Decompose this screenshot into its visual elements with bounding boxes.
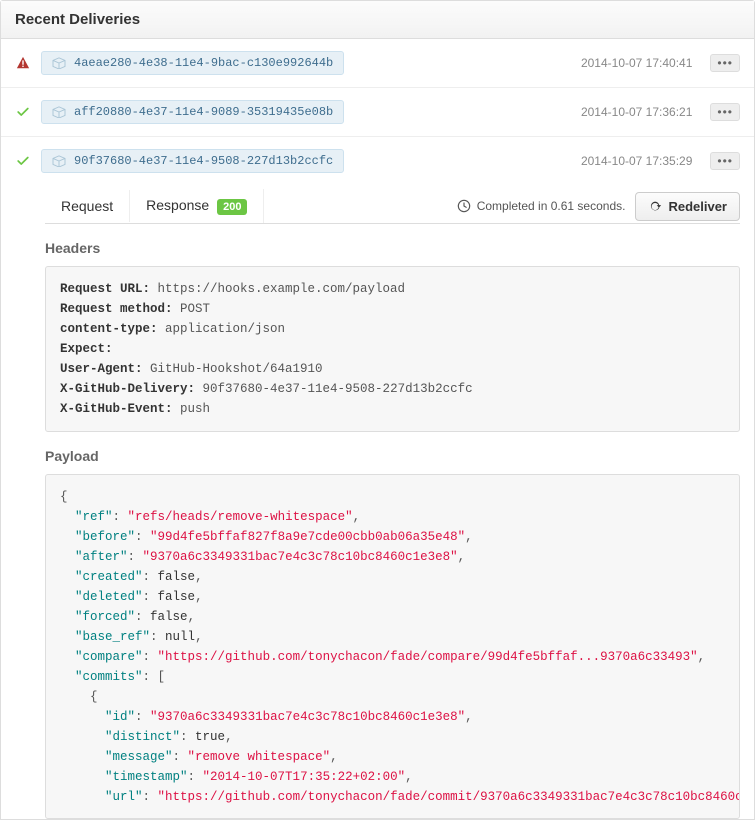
- package-icon: [52, 155, 66, 167]
- completion-text: Completed in 0.61 seconds.: [477, 199, 626, 213]
- headers-title: Headers: [45, 240, 740, 256]
- tab-response-label: Response: [146, 197, 209, 213]
- delivery-guid[interactable]: aff20880-4e37-11e4-9089-35319435e08b: [41, 100, 344, 124]
- tab-request[interactable]: Request: [45, 190, 130, 222]
- tabs-row: Request Response 200 Completed in 0.61 s…: [45, 185, 740, 224]
- delivery-guid[interactable]: 90f37680-4e37-11e4-9508-227d13b2ccfc: [41, 149, 344, 173]
- check-icon: [15, 105, 31, 119]
- redeliver-label: Redeliver: [668, 199, 727, 214]
- panel-title: Recent Deliveries: [1, 1, 754, 39]
- deliveries-list: 4aeae280-4e38-11e4-9bac-c130e992644b 2014…: [1, 39, 754, 185]
- more-button[interactable]: •••: [710, 103, 740, 121]
- delivery-detail: Request Response 200 Completed in 0.61 s…: [1, 185, 754, 819]
- more-button[interactable]: •••: [710, 152, 740, 170]
- delivery-timestamp: 2014-10-07 17:36:21: [581, 105, 692, 119]
- delivery-timestamp: 2014-10-07 17:35:29: [581, 154, 692, 168]
- delivery-timestamp: 2014-10-07 17:40:41: [581, 56, 692, 70]
- alert-icon: [15, 56, 31, 70]
- redeliver-button[interactable]: Redeliver: [635, 192, 740, 221]
- payload-block: { "ref": "refs/heads/remove-whitespace",…: [45, 474, 740, 819]
- completion-info: Completed in 0.61 seconds.: [457, 199, 636, 213]
- clock-icon: [457, 199, 471, 213]
- delivery-guid[interactable]: 4aeae280-4e38-11e4-9bac-c130e992644b: [41, 51, 344, 75]
- package-icon: [52, 106, 66, 118]
- headers-block: Request URL: https://hooks.example.com/p…: [45, 266, 740, 432]
- delivery-row[interactable]: 4aeae280-4e38-11e4-9bac-c130e992644b 2014…: [1, 39, 754, 88]
- check-icon: [15, 154, 31, 168]
- delivery-row[interactable]: 90f37680-4e37-11e4-9508-227d13b2ccfc 2014…: [1, 137, 754, 185]
- more-button[interactable]: •••: [710, 54, 740, 72]
- sync-icon: [648, 199, 662, 213]
- tab-response[interactable]: Response 200: [130, 189, 264, 223]
- recent-deliveries-panel: Recent Deliveries 4aeae280-4e38-11e4-9ba…: [0, 0, 755, 820]
- delivery-row[interactable]: aff20880-4e37-11e4-9089-35319435e08b 2014…: [1, 88, 754, 137]
- payload-title: Payload: [45, 448, 740, 464]
- status-badge: 200: [217, 199, 247, 215]
- package-icon: [52, 57, 66, 69]
